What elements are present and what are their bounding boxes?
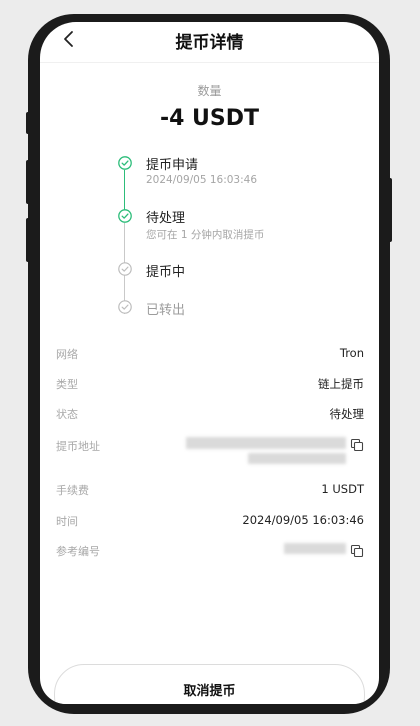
amount-label: 数量 [197, 84, 222, 98]
type-value: 链上提币 [318, 377, 364, 391]
phone-side-button [26, 218, 30, 262]
check-circle-icon [118, 300, 132, 314]
step-title: 已转出 [146, 303, 186, 318]
redacted-address [186, 437, 346, 449]
step-title: 待处理 [146, 211, 186, 226]
app-screen: 提币详情 数量 -4 USDT 提币申请 2024/09/05 16:03:46… [40, 22, 379, 704]
phone-side-button [26, 112, 30, 134]
fee-value: 1 USDT [321, 482, 364, 496]
header-divider [40, 62, 379, 63]
redacted-address [248, 453, 346, 464]
app-header: 提币详情 [40, 22, 379, 58]
network-label: 网络 [56, 348, 78, 361]
page-title: 提币详情 [175, 33, 244, 53]
fee-label: 手续费 [56, 484, 89, 497]
cancel-withdrawal-button[interactable]: 取消提币 [54, 664, 365, 704]
type-label: 类型 [56, 378, 78, 391]
copy-icon[interactable] [350, 544, 364, 558]
step-subtitle: 您可在 1 分钟内取消提币 [146, 229, 265, 241]
status-value: 待处理 [329, 407, 365, 421]
status-label: 状态 [56, 408, 78, 421]
step-title: 提币中 [146, 265, 186, 280]
copy-icon[interactable] [350, 438, 364, 452]
step-subtitle: 2024/09/05 16:03:46 [146, 174, 258, 186]
time-label: 时间 [56, 515, 78, 528]
check-circle-icon [118, 156, 132, 170]
redacted-reference [284, 543, 346, 554]
cancel-withdrawal-label: 取消提币 [183, 684, 236, 699]
phone-side-button [26, 160, 30, 204]
check-circle-icon [118, 262, 132, 276]
address-label: 提币地址 [56, 440, 100, 453]
network-value: Tron [339, 346, 364, 360]
amount-value: -4 USDT [159, 106, 260, 131]
step-title: 提币申请 [146, 158, 199, 173]
reference-label: 参考编号 [56, 545, 100, 558]
phone-side-button [388, 178, 392, 242]
time-value: 2024/09/05 16:03:46 [242, 513, 364, 527]
check-circle-icon [118, 209, 132, 223]
